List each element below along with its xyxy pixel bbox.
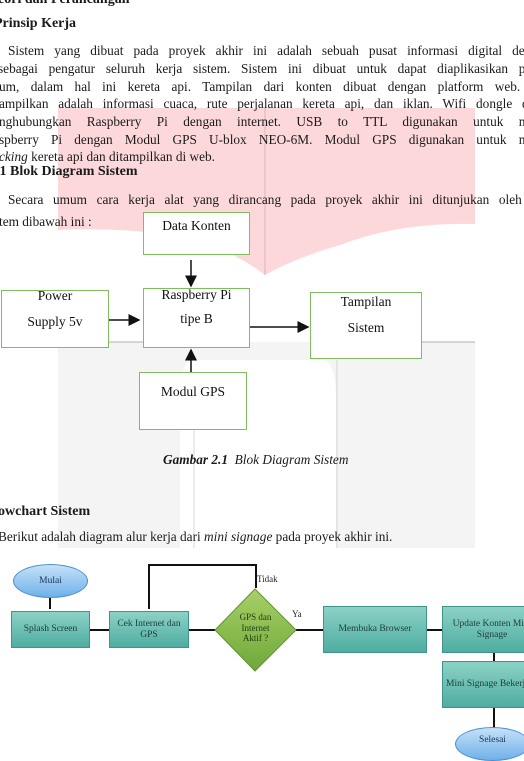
flow-start-terminal: Mulai xyxy=(13,564,88,598)
block-label: Modul GPS xyxy=(160,384,226,399)
paragraph-text: kereta api dan ditampilkan di web. xyxy=(27,149,215,164)
block-label: tipe B xyxy=(180,311,213,326)
paragraph-line: Sistem yang dibuat pada proyek akhir ini… xyxy=(8,43,524,58)
intro-line: Secara umum cara kerja alat yang diranca… xyxy=(8,192,524,207)
paragraph-line: sebagai pengatur seluruh kerja sistem. S… xyxy=(0,61,524,76)
label-no: Tidak xyxy=(257,574,278,584)
block-tampilan-sistem: Tampilan Sistem xyxy=(310,292,422,359)
block-label: Raspberry Pi xyxy=(161,287,232,302)
label-yes: Ya xyxy=(292,609,302,619)
block-power-supply: Power Supply 5v xyxy=(1,288,109,348)
flow-label: Membuka Browser xyxy=(338,624,412,635)
connector xyxy=(148,564,150,609)
decision-line: GPS dan xyxy=(239,612,272,622)
flow-check-internet-gps: Cek Internet dan GPS xyxy=(109,611,189,648)
flowchart-intro: Berikut adalah diagram alur kerja dari m… xyxy=(0,528,392,546)
flow-label: Mulai xyxy=(39,576,62,586)
connector xyxy=(148,564,256,566)
paragraph-line: ampilkan adalah informasi cuaca, rute pe… xyxy=(0,96,524,111)
block-label: Supply 5v xyxy=(27,314,83,329)
flow-open-browser: Membuka Browser xyxy=(323,606,427,653)
connector xyxy=(426,629,442,631)
block-label: Sistem xyxy=(347,320,385,335)
flow-end-terminal: Selesai xyxy=(455,727,524,761)
connector xyxy=(493,707,495,729)
intro-line: tem dibawah ini : xyxy=(0,214,92,229)
block-data-konten: Data Konten xyxy=(143,212,250,255)
flow-label: Splash Screen xyxy=(23,624,78,635)
decision-label: GPS dan Internet Aktif ? xyxy=(228,612,283,644)
paragraph-line: um, dalam hal ini kereta api. Tampilan d… xyxy=(0,79,524,94)
paragraph-line: spberry Pi dengan Modul GPS U-blox NEO-6… xyxy=(0,132,524,147)
connector xyxy=(49,597,51,609)
flow-label: Cek Internet dan GPS xyxy=(117,619,181,640)
intro-italic: mini signage xyxy=(204,529,273,544)
flow-label: Selesai xyxy=(479,735,506,745)
figure-caption: Gambar 2.1 Blok Diagram Sistem xyxy=(163,452,348,468)
flow-signage-working: Mini Signage Bekerja xyxy=(442,661,524,708)
heading-flowchart: owchart Sistem xyxy=(0,504,91,519)
block-raspberry-pi: Raspberry Pi tipe B xyxy=(143,287,250,348)
paragraph-line: nghubungkan Raspberry Pi dengan internet… xyxy=(0,114,524,129)
block-label: Data Konten xyxy=(162,218,231,233)
flow-label: Mini Signage Bekerja xyxy=(446,679,524,690)
intro-text: Berikut adalah diagram alur kerja dari xyxy=(0,529,205,544)
heading-blok-diagram: .1 Blok Diagram Sistem xyxy=(0,164,138,179)
flow-label: Update Konten Mini Signage xyxy=(452,619,524,640)
italic-word: cking xyxy=(0,149,28,164)
decision-line: Aktif ? xyxy=(242,633,269,643)
connector xyxy=(188,629,215,631)
block-modul-gps: Modul GPS xyxy=(139,372,247,430)
connector xyxy=(89,629,109,631)
decision-line: Internet xyxy=(241,622,270,633)
intro-text: pada proyek akhir ini. xyxy=(272,529,393,544)
block-label: Tampilan xyxy=(340,294,392,309)
chapter-heading: Teori dan Perancangan xyxy=(0,0,130,8)
figure-title: Blok Diagram Sistem xyxy=(234,452,349,467)
block-label: Power xyxy=(37,288,73,303)
figure-number: Gambar 2.1 xyxy=(163,452,229,467)
connector xyxy=(296,629,323,631)
flow-splash-screen: Splash Screen xyxy=(11,611,90,648)
subheading-prinsip-kerja: Prinsip Kerja xyxy=(0,16,77,31)
flow-update-content: Update Konten Mini Signage xyxy=(442,606,524,653)
